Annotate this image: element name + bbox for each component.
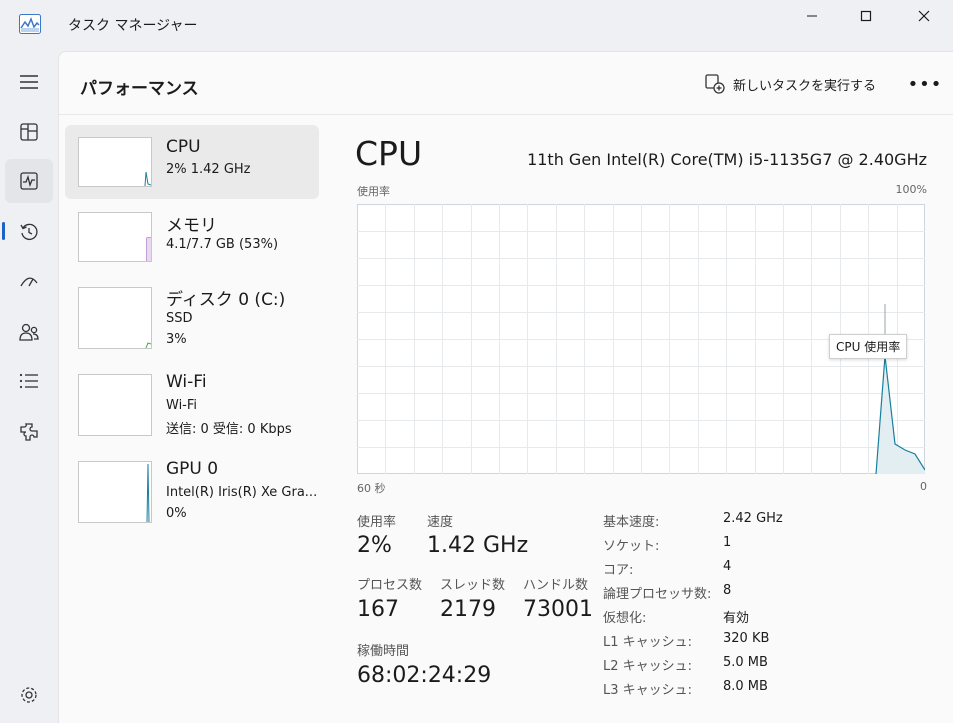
resource-name: ディスク 0 (C:)	[166, 290, 286, 310]
nav-details[interactable]	[5, 359, 53, 403]
processes-label: プロセス数	[357, 578, 423, 593]
spec-value: 有効	[723, 611, 750, 626]
spec-value: 2.42 GHz	[723, 511, 783, 526]
memory-thumbnail	[78, 212, 152, 262]
window-title: タスク マネージャー	[68, 18, 198, 34]
graph-label-zero: 0	[920, 480, 927, 493]
menu-icon	[20, 75, 38, 89]
history-icon	[20, 223, 38, 241]
nav-settings[interactable]	[5, 673, 53, 717]
resource-line1: 4.1/7.7 GB (53%)	[166, 237, 279, 252]
spec-value: 1	[723, 535, 732, 550]
resource-line1: Wi-Fi	[166, 398, 198, 413]
resource-line2: 3%	[166, 332, 187, 347]
wifi-thumbnail	[78, 374, 152, 436]
nav-app-history[interactable]	[5, 210, 53, 254]
users-icon	[19, 323, 39, 341]
close-button[interactable]	[896, 0, 952, 32]
usage-label: 使用率	[357, 515, 397, 530]
uptime-value: 68:02:24:29	[357, 663, 492, 688]
usage-value: 2%	[357, 533, 392, 558]
maximize-icon	[860, 10, 872, 22]
threads-label: スレッド数	[440, 578, 506, 593]
handles-label: ハンドル数	[523, 578, 589, 593]
nav-performance[interactable]	[5, 159, 53, 203]
minimize-icon	[807, 15, 817, 17]
resource-name: GPU 0	[166, 459, 219, 479]
disk-thumbnail	[78, 287, 152, 349]
task-manager-app-icon	[19, 14, 41, 34]
nav-processes[interactable]	[5, 110, 53, 154]
resource-item-gpu[interactable]: GPU 0 Intel(R) Iris(R) Xe Gra... 0%	[65, 449, 319, 533]
graph-label-timespan: 60 秒	[357, 482, 386, 495]
spec-label: ソケット:	[603, 539, 660, 554]
resource-name: メモリ	[166, 216, 217, 236]
nav-hamburger[interactable]	[5, 60, 53, 104]
spec-label: 基本速度:	[603, 515, 660, 530]
speed-label: 速度	[427, 515, 454, 530]
detail-title: CPU	[355, 134, 423, 173]
threads-value: 2179	[440, 597, 496, 622]
spec-label: 仮想化:	[603, 611, 647, 626]
spec-label: 論理プロセッサ数:	[603, 587, 712, 602]
nav-startup[interactable]	[5, 260, 53, 304]
maximize-button[interactable]	[838, 0, 894, 32]
handles-value: 73001	[523, 597, 593, 622]
resource-line1: SSD	[166, 311, 193, 326]
speed-value: 1.42 GHz	[427, 533, 529, 558]
settings-icon	[21, 687, 37, 703]
resource-item-cpu[interactable]: CPU 2% 1.42 GHz	[65, 125, 319, 199]
resource-name: Wi-Fi	[166, 372, 207, 392]
resource-item-disk[interactable]: ディスク 0 (C:) SSD 3%	[65, 275, 319, 357]
spec-value: 320 KB	[723, 631, 770, 646]
graph-label-max: 100%	[895, 183, 927, 196]
uptime-label: 稼働時間	[357, 644, 410, 659]
main-panel: パフォーマンス 新しいタスクを実行する ••• CPU 2% 1.42 GHz …	[58, 51, 953, 723]
spec-label: L2 キャッシュ:	[603, 659, 693, 674]
resource-name: CPU	[166, 137, 201, 157]
graph-tooltip: CPU 使用率	[829, 334, 908, 359]
cpu-model: 11th Gen Intel(R) Core(TM) i5-1135G7 @ 2…	[527, 150, 927, 169]
resource-line1: Intel(R) Iris(R) Xe Gra...	[166, 485, 318, 500]
spec-value: 8.0 MB	[723, 679, 768, 694]
title-bar: タスク マネージャー	[0, 0, 953, 50]
spec-label: L1 キャッシュ:	[603, 635, 693, 650]
startup-icon	[20, 277, 38, 287]
services-icon	[20, 423, 38, 441]
nav-services[interactable]	[5, 410, 53, 454]
resource-line1: 2% 1.42 GHz	[166, 162, 251, 177]
resource-item-wifi[interactable]: Wi-Fi Wi-Fi 送信: 0 受信: 0 Kbps	[65, 363, 319, 443]
page-title: パフォーマンス	[80, 79, 199, 99]
nav-users[interactable]	[5, 310, 53, 354]
cpu-thumbnail	[78, 137, 152, 187]
gpu-thumbnail	[78, 461, 152, 523]
processes-icon	[20, 123, 38, 141]
close-icon	[918, 10, 930, 22]
navigation-rail	[0, 50, 58, 722]
performance-icon	[20, 172, 38, 190]
details-icon	[19, 373, 38, 389]
spec-label: L3 キャッシュ:	[603, 683, 693, 698]
processes-value: 167	[357, 597, 399, 622]
spec-value: 5.0 MB	[723, 655, 768, 670]
resource-line2: 送信: 0 受信: 0 Kbps	[166, 422, 292, 437]
graph-label-usage: 使用率	[357, 185, 390, 198]
spec-label: コア:	[603, 563, 634, 578]
resource-item-memory[interactable]: メモリ 4.1/7.7 GB (53%)	[65, 201, 319, 273]
resource-line2: 0%	[166, 506, 187, 521]
cpu-detail-pane: CPU 11th Gen Intel(R) Core(TM) i5-1135G7…	[355, 52, 953, 723]
spec-value: 8	[723, 583, 732, 598]
spec-value: 4	[723, 559, 732, 574]
minimize-button[interactable]	[784, 0, 840, 32]
